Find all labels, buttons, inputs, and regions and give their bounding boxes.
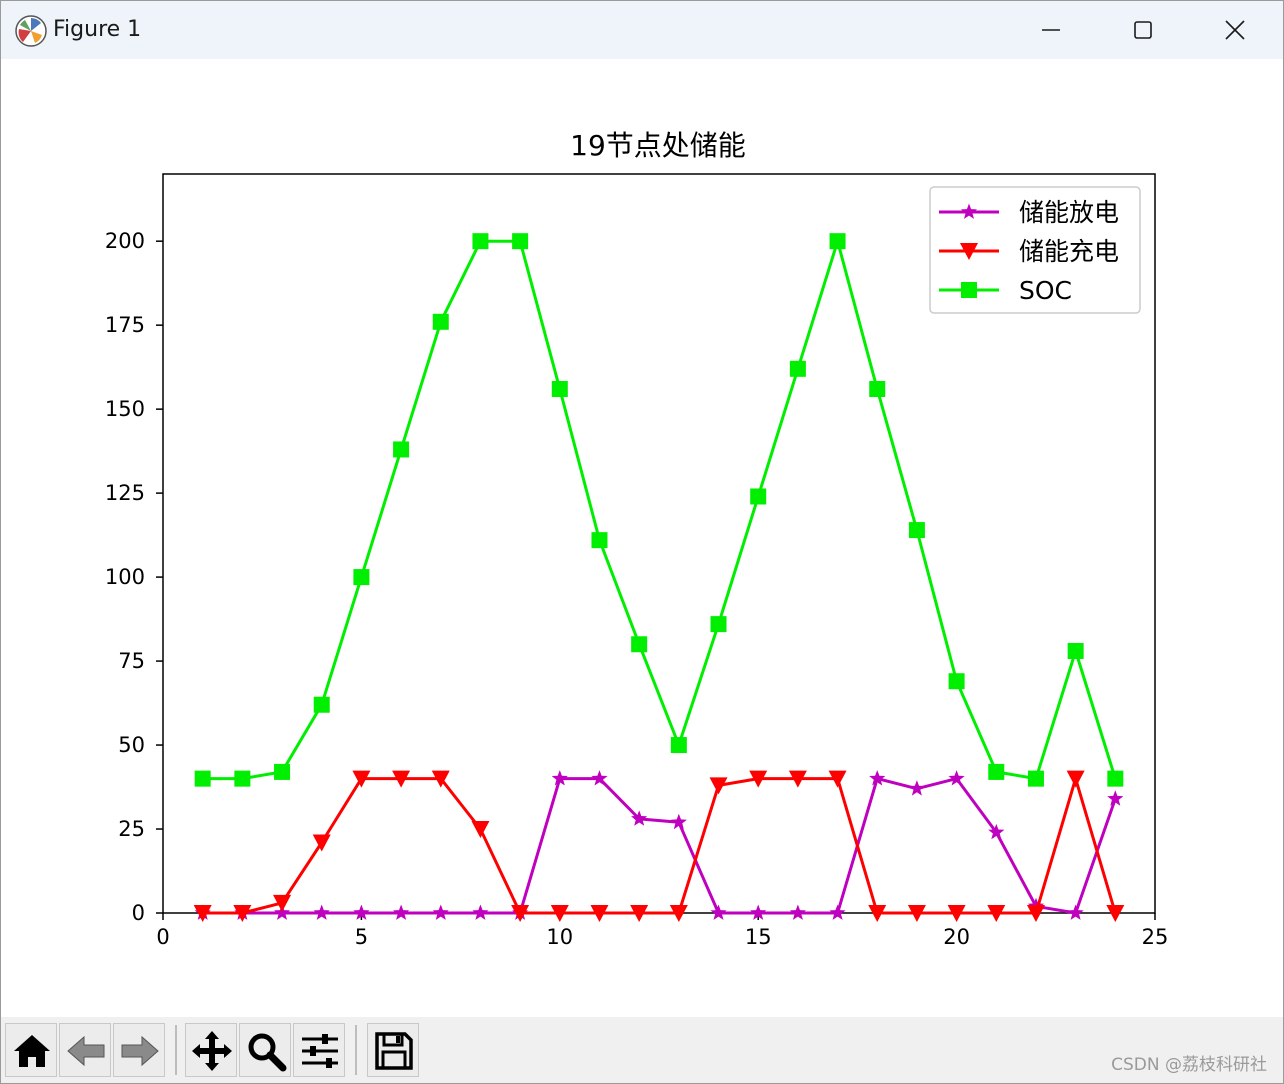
- zoom-icon: [248, 1033, 287, 1072]
- title-bar: Figure 1: [1, 1, 1283, 59]
- x-tick-label: 15: [745, 925, 772, 949]
- data-point: [432, 313, 449, 330]
- series-line: [202, 777, 1117, 915]
- legend: 储能放电储能充电 SOC: [929, 186, 1141, 314]
- save-icon: [375, 1032, 413, 1070]
- x-tick-label: 25: [1142, 925, 1169, 949]
- data-point: [313, 904, 330, 920]
- data-point: [274, 763, 291, 780]
- y-tick-label: 175: [105, 313, 145, 337]
- data-point: [312, 834, 331, 852]
- minimize-button[interactable]: [1005, 1, 1097, 59]
- legend-marker: [961, 282, 977, 298]
- data-point: [1067, 642, 1084, 659]
- toolbar-separator: [355, 1025, 357, 1075]
- y-tick-label: 0: [132, 901, 145, 925]
- data-point: [948, 770, 965, 786]
- data-point: [908, 522, 925, 539]
- data-point: [1107, 790, 1124, 806]
- data-point: [631, 636, 648, 653]
- data-point: [472, 904, 489, 920]
- toolbar-separator: [175, 1025, 177, 1075]
- x-tick-label: 0: [156, 925, 169, 949]
- close-button[interactable]: [1189, 1, 1281, 59]
- data-point: [908, 780, 925, 796]
- home-button[interactable]: [5, 1023, 57, 1077]
- figure-canvas: 19节点处储能 0 5 10 15 20 25 0 25 50 75 100 125 150 175 200…: [1, 59, 1283, 1017]
- y-tick-label: 125: [105, 481, 145, 505]
- y-tick-label: 100: [105, 565, 145, 589]
- y-tick-label: 200: [105, 229, 145, 253]
- configure-subplots-icon: [302, 1034, 338, 1068]
- y-tick-label: 50: [118, 733, 145, 757]
- data-point: [194, 770, 211, 787]
- data-point: [710, 616, 727, 633]
- line-chart: 19节点处储能 0 5 10 15 20 25 0 25 50 75 100 125 150 175 200…: [105, 129, 1169, 949]
- home-icon: [14, 1035, 50, 1067]
- y-tick-label: 25: [118, 817, 145, 841]
- data-point: [512, 233, 529, 250]
- data-point: [313, 696, 330, 713]
- maximize-button[interactable]: [1097, 1, 1189, 59]
- data-point: [829, 233, 846, 250]
- pan-button[interactable]: [185, 1023, 237, 1077]
- data-point: [471, 821, 490, 839]
- legend-label: 储能充电: [1019, 237, 1119, 266]
- data-point: [709, 777, 728, 795]
- save-button[interactable]: [367, 1023, 419, 1077]
- data-point: [1067, 904, 1084, 920]
- data-point: [869, 380, 886, 397]
- data-point: [710, 904, 727, 920]
- data-point: [591, 532, 608, 549]
- navigation-toolbar: CSDN @荔枝科研社: [1, 1017, 1283, 1083]
- data-point: [988, 763, 1005, 780]
- chart-title: 19节点处储能: [570, 129, 746, 162]
- data-point: [1066, 770, 1085, 788]
- data-point: [393, 441, 410, 458]
- back-button[interactable]: [59, 1023, 111, 1077]
- data-point: [1027, 770, 1044, 787]
- series-line: [202, 239, 1117, 781]
- back-icon: [67, 1035, 105, 1067]
- data-point: [948, 673, 965, 690]
- data-point: [472, 233, 489, 250]
- data-point: [234, 770, 251, 787]
- data-point: [670, 737, 687, 754]
- zoom-button[interactable]: [239, 1023, 291, 1077]
- x-tick-label: 20: [943, 925, 970, 949]
- forward-icon: [121, 1035, 159, 1067]
- data-point: [670, 813, 687, 830]
- data-point: [789, 360, 806, 377]
- legend-label: SOC: [1019, 276, 1072, 305]
- matplotlib-icon: [15, 15, 47, 47]
- series-2: [194, 233, 1124, 787]
- close-icon: [1225, 20, 1245, 40]
- configure-subplots-button[interactable]: [293, 1023, 345, 1077]
- data-point: [353, 569, 370, 586]
- y-tick-label: 75: [118, 649, 145, 673]
- series-1: [193, 770, 1125, 922]
- forward-button[interactable]: [113, 1023, 165, 1077]
- series-line: [202, 777, 1117, 915]
- y-tick-label: 150: [105, 397, 145, 421]
- maximize-icon: [1134, 21, 1152, 39]
- x-tick-label: 10: [546, 925, 573, 949]
- x-tick-label: 5: [355, 925, 368, 949]
- pan-icon: [192, 1031, 232, 1071]
- data-point: [1107, 770, 1124, 787]
- minimize-icon: [1042, 29, 1060, 31]
- data-point: [393, 904, 410, 920]
- data-point: [750, 488, 767, 505]
- legend-label: 储能放电: [1019, 198, 1119, 227]
- data-point: [789, 904, 806, 920]
- data-point: [551, 380, 568, 397]
- watermark: CSDN @荔枝科研社: [1111, 1055, 1267, 1075]
- data-point: [829, 904, 846, 920]
- data-point: [432, 904, 449, 920]
- window-title: Figure 1: [53, 17, 142, 42]
- figure-window: Figure 1 19节点处储能 0 5 10 15 20 25 0 25 50 75 100 125…: [0, 0, 1284, 1084]
- series-0: [194, 770, 1124, 920]
